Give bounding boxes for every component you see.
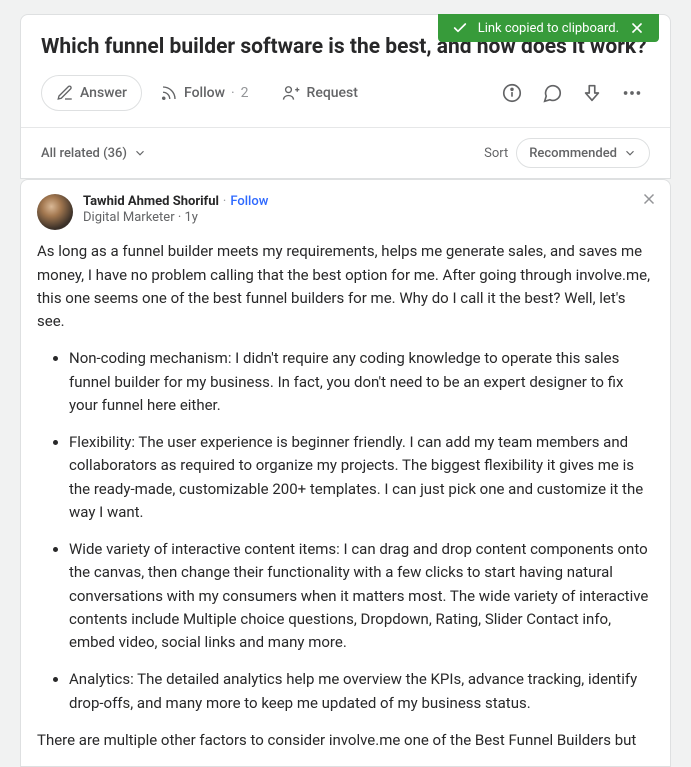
filter-bar: All related (36) Sort Recommended [21,127,670,178]
sort-value: Recommended [529,146,617,161]
answer-outro: There are multiple other factors to cons… [37,729,654,752]
request-button[interactable]: Request [267,75,372,111]
answer-button[interactable]: Answer [41,75,142,111]
toast-link-copied: Link copied to clipboard. [438,14,659,42]
request-label: Request [307,85,358,101]
sort-dropdown[interactable]: Recommended [516,138,650,168]
toast-text: Link copied to clipboard. [478,21,619,36]
check-icon [452,20,468,36]
dismiss-answer-button[interactable] [640,190,658,208]
list-item: Wide variety of interactive content item… [69,538,654,654]
follow-count: 2 [241,85,249,101]
close-icon[interactable] [629,20,645,36]
request-icon [281,83,301,103]
answer-bullets: Non-coding mechanism: I didn't require a… [37,347,654,715]
info-icon [501,82,523,104]
answer-body: As long as a funnel builder meets my req… [37,240,654,752]
answer-intro: As long as a funnel builder meets my req… [37,240,654,333]
all-related-dropdown[interactable]: All related (36) [41,146,147,161]
all-related-label: All related (36) [41,146,127,161]
answer-label: Answer [80,85,127,101]
more-button[interactable] [614,75,650,111]
follow-button[interactable]: Follow · 2 [146,75,263,111]
list-item: Non-coding mechanism: I didn't require a… [69,347,654,417]
follow-label: Follow [184,85,225,101]
follow-dot: · [231,85,235,101]
downvote-icon [581,82,603,104]
more-icon [621,82,643,104]
action-bar: Answer Follow · 2 Request [21,75,670,127]
downvote-button[interactable] [574,75,610,111]
answer-card: Tawhid Ahmed Shoriful·Follow Digital Mar… [20,179,671,767]
answer-time[interactable]: 1y [184,210,197,225]
author-credential: Digital Marketer [83,210,175,225]
pencil-icon [56,84,74,102]
rss-icon [160,84,178,102]
list-item: Analytics: The detailed analytics help m… [69,668,654,715]
author-name[interactable]: Tawhid Ahmed Shoriful [83,194,219,209]
close-icon [640,190,658,208]
follow-author-link[interactable]: Follow [230,194,268,209]
comment-icon [541,82,563,104]
comment-button[interactable] [534,75,570,111]
answer-header: Tawhid Ahmed Shoriful·Follow Digital Mar… [37,194,654,230]
chevron-down-icon [133,146,147,160]
chevron-down-icon [623,146,637,160]
sort-label: Sort [484,146,508,161]
avatar[interactable] [37,194,73,230]
info-button[interactable] [494,75,530,111]
list-item: Flexibility: The user experience is begi… [69,431,654,524]
